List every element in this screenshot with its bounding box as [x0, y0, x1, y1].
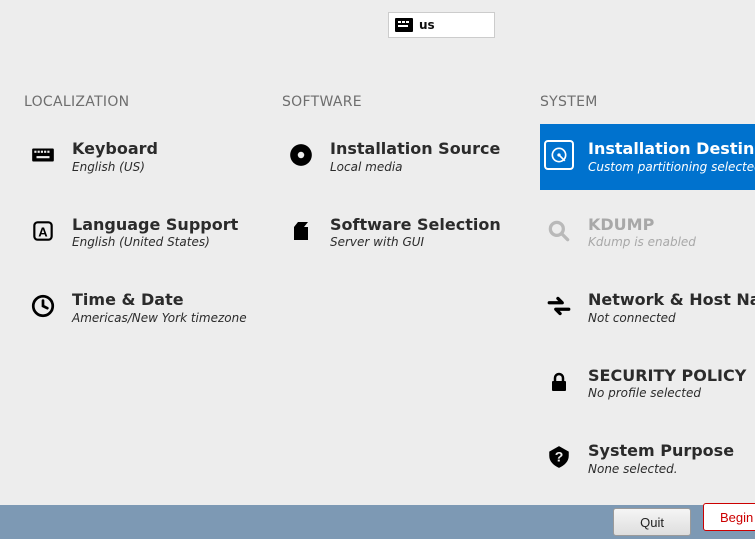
question-icon: ?	[544, 442, 574, 472]
spoke-software-selection[interactable]: Software Selection Server with GUI	[282, 210, 520, 256]
network-icon	[544, 291, 574, 321]
keyboard-icon	[28, 140, 58, 170]
lock-icon	[544, 367, 574, 397]
disc-icon	[286, 140, 316, 170]
spoke-title: Time & Date	[72, 291, 247, 309]
keyboard-icon	[395, 18, 413, 32]
spoke-title: System Purpose	[588, 442, 734, 460]
spoke-status: None selected.	[588, 462, 734, 476]
spoke-system-purpose[interactable]: ? System Purpose None selected.	[540, 436, 755, 482]
spoke-keyboard[interactable]: Keyboard English (US)	[24, 134, 262, 180]
package-icon	[286, 216, 316, 246]
spoke-language[interactable]: A Language Support English (United State…	[24, 210, 262, 256]
spoke-network[interactable]: Network & Host Name Not connected	[540, 285, 755, 331]
spoke-installation-source[interactable]: Installation Source Local media	[282, 134, 520, 180]
quit-button[interactable]: Quit	[613, 508, 691, 536]
spoke-status: Custom partitioning selected	[588, 160, 755, 174]
summary-hub: LOCALIZATION Keyboard English (US) A Lan…	[0, 38, 755, 512]
keyboard-layout-indicator[interactable]: us	[388, 12, 495, 38]
harddisk-icon	[544, 140, 574, 170]
spoke-status: Local media	[330, 160, 500, 174]
category-software: SOFTWARE Installation Source Local media…	[282, 94, 520, 512]
spoke-status: No profile selected	[588, 386, 746, 400]
spoke-installation-destination[interactable]: Installation Destination Custom partitio…	[540, 124, 755, 190]
keyboard-layout-label: us	[419, 18, 435, 32]
main-pane: us Help! LOCALIZATION Keyboard English (…	[0, 0, 755, 539]
begin-installation-button[interactable]: Begin Installation	[703, 503, 755, 531]
category-localization: LOCALIZATION Keyboard English (US) A Lan…	[24, 94, 262, 512]
spoke-kdump[interactable]: KDUMP Kdump is enabled	[540, 210, 755, 256]
category-title-system: SYSTEM	[540, 94, 755, 110]
top-bar: us Help!	[0, 0, 755, 38]
category-system: SYSTEM Installation Destination Custom p…	[540, 94, 755, 512]
spoke-status: Not connected	[588, 311, 755, 325]
search-icon	[544, 216, 574, 246]
spoke-title: Software Selection	[330, 216, 501, 234]
language-icon: A	[28, 216, 58, 246]
spoke-status: English (US)	[72, 160, 158, 174]
svg-text:A: A	[38, 224, 48, 239]
spoke-status: English (United States)	[72, 235, 238, 249]
spoke-title: KDUMP	[588, 216, 696, 234]
spoke-timedate[interactable]: Time & Date Americas/New York timezone	[24, 285, 262, 331]
spoke-title: Installation Source	[330, 140, 500, 158]
clock-icon	[28, 291, 58, 321]
category-title-software: SOFTWARE	[282, 94, 520, 110]
spoke-title: Installation Destination	[588, 140, 755, 158]
spoke-status: Americas/New York timezone	[72, 311, 247, 325]
category-title-localization: LOCALIZATION	[24, 94, 262, 110]
spoke-title: SECURITY POLICY	[588, 367, 746, 385]
spoke-title: Network & Host Name	[588, 291, 755, 309]
spoke-status: Server with GUI	[330, 235, 501, 249]
svg-text:?: ?	[555, 449, 564, 465]
spoke-status: Kdump is enabled	[588, 235, 696, 249]
spoke-security-policy[interactable]: SECURITY POLICY No profile selected	[540, 361, 755, 407]
spoke-title: Keyboard	[72, 140, 158, 158]
bottom-bar: Quit Begin Installation	[0, 505, 755, 539]
spoke-title: Language Support	[72, 216, 238, 234]
